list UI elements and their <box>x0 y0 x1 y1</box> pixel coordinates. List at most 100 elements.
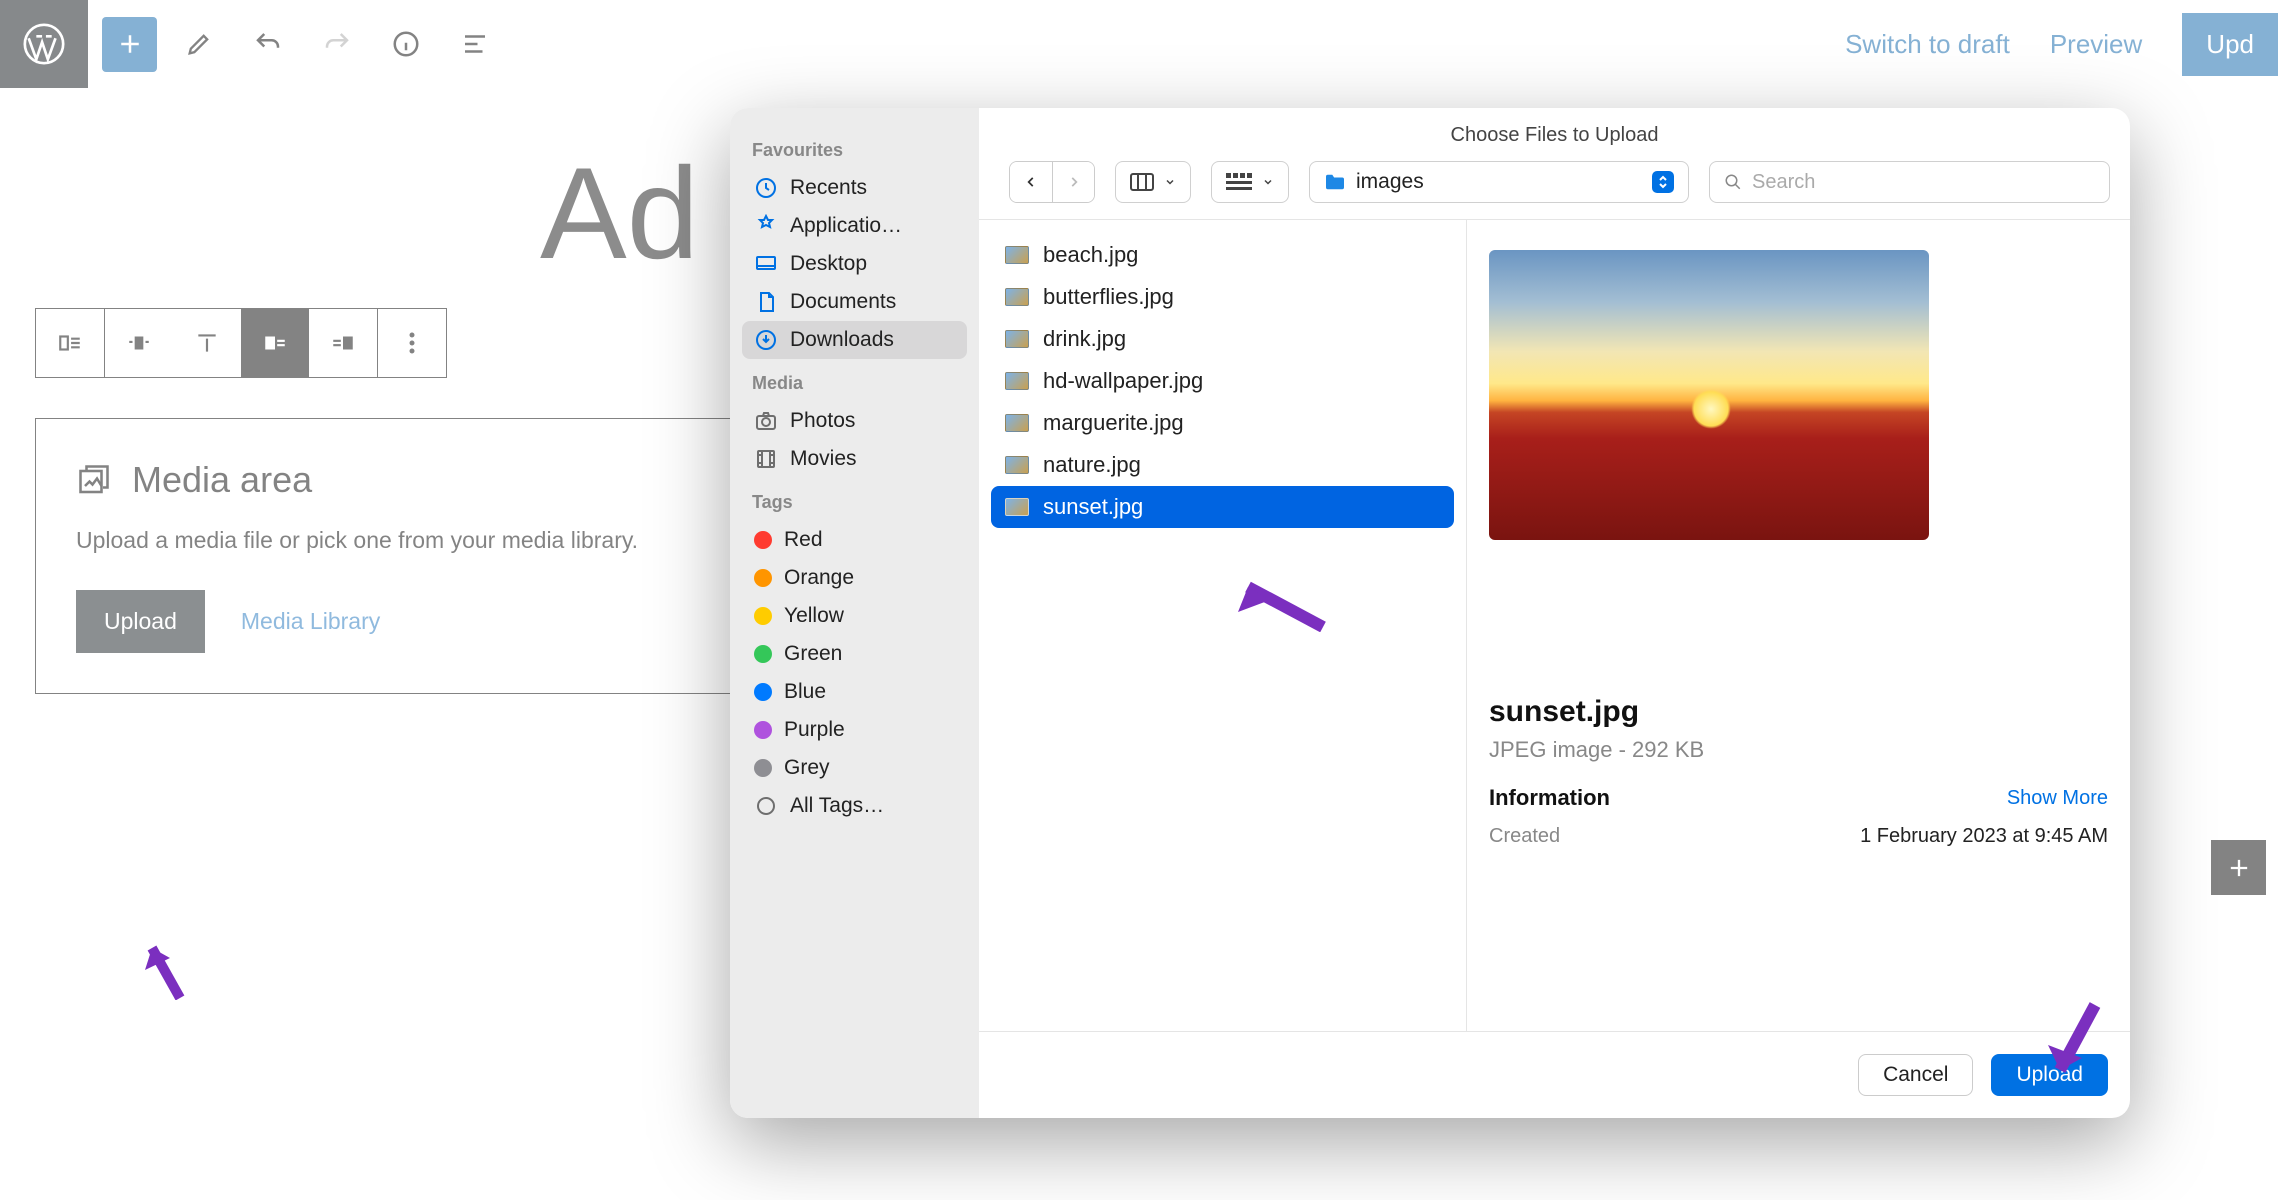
folder-label: images <box>1356 170 1424 194</box>
tags-label: Tags <box>752 492 957 513</box>
chevron-down-icon <box>1262 176 1274 188</box>
search-icon <box>1724 173 1742 191</box>
tag-dot-icon <box>754 645 772 663</box>
file-name: sunset.jpg <box>1043 494 1143 520</box>
cancel-button[interactable]: Cancel <box>1858 1054 1973 1096</box>
download-icon <box>754 328 778 352</box>
file-thumb-icon <box>1005 372 1029 390</box>
tag-dot-icon <box>754 721 772 739</box>
apps-icon <box>754 214 778 238</box>
file-row[interactable]: beach.jpg <box>991 234 1454 276</box>
file-row-selected[interactable]: sunset.jpg <box>991 486 1454 528</box>
sidebar-item-label: Orange <box>784 566 854 590</box>
tag-dot-icon <box>754 683 772 701</box>
file-name: butterflies.jpg <box>1043 284 1174 310</box>
annotation-arrow <box>140 930 190 1000</box>
file-row[interactable]: drink.jpg <box>991 318 1454 360</box>
sidebar-item-label: Grey <box>784 756 830 780</box>
sidebar-item-label: Movies <box>790 447 857 471</box>
sidebar-tag-orange[interactable]: Orange <box>742 559 967 597</box>
file-name: drink.jpg <box>1043 326 1126 352</box>
sidebar-item-label: Recents <box>790 176 867 200</box>
sidebar-item-label: All Tags… <box>790 794 884 818</box>
chevron-updown-icon <box>1652 171 1674 193</box>
chevron-down-icon <box>1164 176 1176 188</box>
columns-icon <box>1130 173 1154 191</box>
sidebar-item-recents[interactable]: Recents <box>742 169 967 207</box>
search-field-wrap[interactable] <box>1709 161 2110 203</box>
camera-icon <box>754 409 778 433</box>
created-label: Created <box>1489 825 1560 848</box>
tag-dot-icon <box>754 759 772 777</box>
file-thumb-icon <box>1005 414 1029 432</box>
sidebar-item-label: Applicatio… <box>790 214 902 238</box>
file-row[interactable]: butterflies.jpg <box>991 276 1454 318</box>
all-tags-icon <box>754 794 778 818</box>
sidebar-tag-green[interactable]: Green <box>742 635 967 673</box>
preview-meta: JPEG image - 292 KB <box>1489 737 2108 763</box>
file-thumb-icon <box>1005 246 1029 264</box>
info-label: Information <box>1489 785 1610 811</box>
sidebar-item-label: Photos <box>790 409 855 433</box>
sidebar-item-downloads[interactable]: Downloads <box>742 321 967 359</box>
dialog-title: Choose Files to Upload <box>979 108 2130 153</box>
film-icon <box>754 447 778 471</box>
sidebar-tag-yellow[interactable]: Yellow <box>742 597 967 635</box>
dialog-sidebar: Favourites Recents Applicatio… Desktop D… <box>730 108 979 1118</box>
nav-back-button[interactable] <box>1010 162 1052 202</box>
file-name: hd-wallpaper.jpg <box>1043 368 1203 394</box>
view-mode-select[interactable] <box>1115 161 1191 203</box>
sidebar-item-label: Desktop <box>790 252 867 276</box>
file-row[interactable]: nature.jpg <box>991 444 1454 486</box>
dialog-toolbar: images <box>979 153 2130 219</box>
clock-icon <box>754 176 778 200</box>
file-name: beach.jpg <box>1043 242 1138 268</box>
file-name: nature.jpg <box>1043 452 1141 478</box>
sidebar-item-label: Downloads <box>790 328 894 352</box>
sidebar-tag-red[interactable]: Red <box>742 521 967 559</box>
folder-select[interactable]: images <box>1309 161 1689 203</box>
file-name: marguerite.jpg <box>1043 410 1184 436</box>
dialog-footer: Cancel Upload <box>979 1031 2130 1118</box>
sidebar-item-label: Blue <box>784 680 826 704</box>
sidebar-item-documents[interactable]: Documents <box>742 283 967 321</box>
favourites-label: Favourites <box>752 140 957 161</box>
file-row[interactable]: marguerite.jpg <box>991 402 1454 444</box>
sidebar-item-label: Purple <box>784 718 845 742</box>
preview-filename: sunset.jpg <box>1489 695 2108 729</box>
sidebar-item-label: Documents <box>790 290 896 314</box>
folder-icon <box>1324 173 1346 191</box>
file-list: beach.jpg butterflies.jpg drink.jpg hd-w… <box>979 220 1467 1031</box>
preview-pane: sunset.jpg JPEG image - 292 KB Informati… <box>1467 220 2130 1031</box>
nav-forward-button[interactable] <box>1052 162 1094 202</box>
created-value: 1 February 2023 at 9:45 AM <box>1860 825 2108 848</box>
search-input[interactable] <box>1752 171 2095 194</box>
tag-dot-icon <box>754 569 772 587</box>
doc-icon <box>754 290 778 314</box>
annotation-arrow <box>1228 572 1328 632</box>
sidebar-item-label: Red <box>784 528 823 552</box>
file-row[interactable]: hd-wallpaper.jpg <box>991 360 1454 402</box>
tag-dot-icon <box>754 531 772 549</box>
sidebar-item-label: Green <box>784 642 842 666</box>
sidebar-tag-purple[interactable]: Purple <box>742 711 967 749</box>
tag-dot-icon <box>754 607 772 625</box>
annotation-arrow <box>2040 1000 2110 1090</box>
media-label: Media <box>752 373 957 394</box>
file-thumb-icon <box>1005 288 1029 306</box>
grid-icon <box>1226 173 1252 191</box>
group-select[interactable] <box>1211 161 1289 203</box>
show-more-link[interactable]: Show More <box>2007 787 2108 810</box>
sidebar-tag-grey[interactable]: Grey <box>742 749 967 787</box>
file-thumb-icon <box>1005 498 1029 516</box>
sidebar-item-label: Yellow <box>784 604 844 628</box>
sidebar-tag-blue[interactable]: Blue <box>742 673 967 711</box>
preview-image <box>1489 250 1929 540</box>
sidebar-item-movies[interactable]: Movies <box>742 440 967 478</box>
sidebar-item-photos[interactable]: Photos <box>742 402 967 440</box>
sidebar-item-applications[interactable]: Applicatio… <box>742 207 967 245</box>
desktop-icon <box>754 252 778 276</box>
sidebar-tag-all[interactable]: All Tags… <box>742 787 967 825</box>
sidebar-item-desktop[interactable]: Desktop <box>742 245 967 283</box>
file-thumb-icon <box>1005 456 1029 474</box>
